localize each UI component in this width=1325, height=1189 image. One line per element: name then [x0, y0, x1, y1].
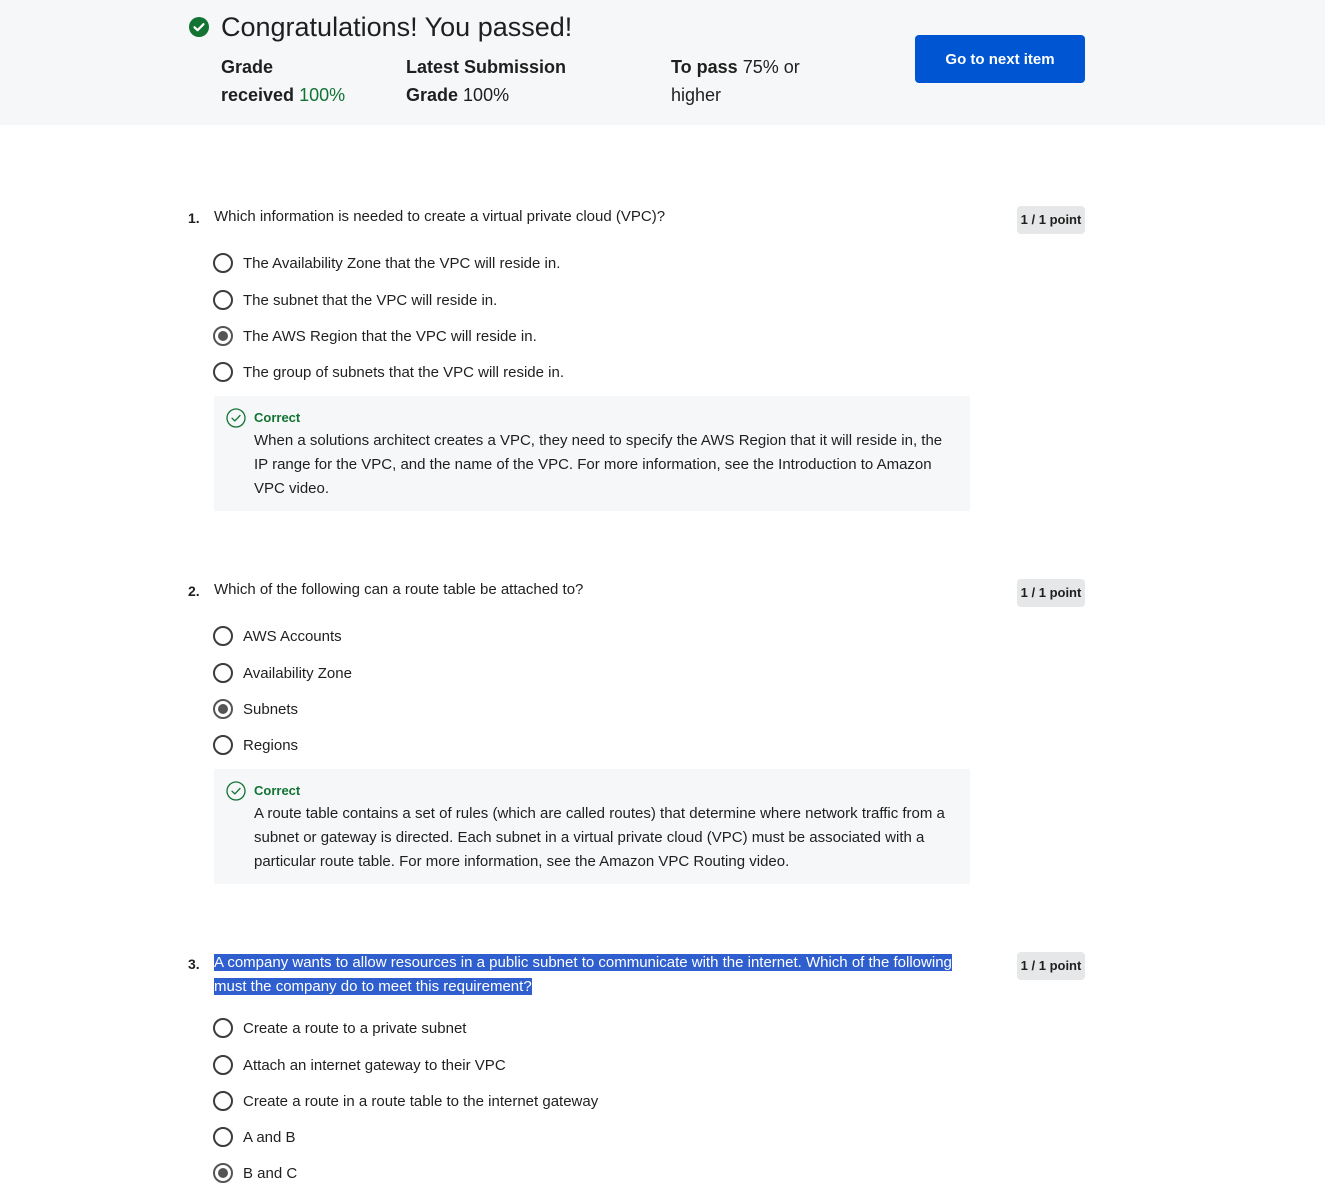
feedback-title: Correct [254, 783, 301, 798]
check-circle-filled-icon [189, 17, 209, 37]
grade-received-label: Grade [221, 57, 274, 77]
radio-button[interactable] [213, 735, 233, 755]
radio-button-selected[interactable] [213, 326, 233, 346]
option-label: Attach an internet gateway to their VPC [243, 1056, 506, 1074]
radio-button-selected[interactable] [213, 1163, 233, 1183]
option[interactable]: Attach an internet gateway to their VPC [213, 1054, 506, 1076]
option-label: Regions [243, 736, 299, 754]
latest-submission-label: Latest Submission [406, 57, 567, 77]
question-number: 1. [188, 210, 200, 226]
option[interactable]: Availability Zone [213, 662, 352, 684]
option-label: A and B [243, 1128, 296, 1146]
check-circle-outline-icon [226, 781, 246, 801]
feedback-text: A route table contains a set of rules (w… [254, 805, 945, 870]
option-label: Subnets [243, 700, 299, 718]
option[interactable]: Create a route in a route table to the i… [213, 1090, 598, 1112]
radio-button[interactable] [213, 362, 233, 382]
points-badge: 1 / 1 point [1017, 952, 1085, 980]
question-text-selected: A company wants to allow resources in a … [214, 954, 952, 995]
radio-button[interactable] [213, 1127, 233, 1147]
pass-threshold-label: To pass [671, 57, 738, 77]
option-label: AWS Accounts [243, 627, 342, 645]
radio-button[interactable] [213, 1091, 233, 1111]
feedback-title: Correct [254, 410, 301, 425]
feedback-panel: Correct A route table contains a set of … [214, 769, 970, 884]
points-badge: 1 / 1 point [1017, 579, 1085, 607]
option[interactable]: The AWS Region that the VPC will reside … [213, 325, 537, 347]
option-label: The Availability Zone that the VPC will … [243, 254, 561, 272]
option-label: Create a route in a route table to the i… [243, 1092, 599, 1110]
grade-received: Grade received 100% [221, 53, 345, 109]
latest-submission-value: 100% [463, 85, 510, 105]
grade-received-value: 100% [299, 85, 346, 105]
radio-button[interactable] [213, 253, 233, 273]
radio-button[interactable] [213, 663, 233, 683]
radio-button[interactable] [213, 290, 233, 310]
question-number: 2. [188, 583, 200, 599]
option-label: Availability Zone [243, 664, 352, 682]
question-text: Which information is needed to create a … [214, 208, 666, 225]
pass-title: Congratulations! You passed! [221, 12, 573, 42]
latest-submission-label-2: Grade [406, 85, 459, 105]
option-label: The subnet that the VPC will reside in. [243, 291, 498, 309]
pass-threshold: To pass 75% or higher [671, 53, 800, 109]
latest-submission-grade: Latest Submission Grade 100% [406, 53, 566, 109]
option[interactable]: B and C [213, 1162, 297, 1184]
option-label: The group of subnets that the VPC will r… [243, 363, 565, 381]
feedback-text: When a solutions architect creates a VPC… [254, 432, 943, 497]
question-number: 3. [188, 956, 200, 972]
option[interactable]: The group of subnets that the VPC will r… [213, 361, 564, 383]
radio-button[interactable] [213, 1018, 233, 1038]
radio-button-selected[interactable] [213, 699, 233, 719]
pass-threshold-value-2: higher [671, 85, 722, 105]
option[interactable]: Create a route to a private subnet [213, 1017, 466, 1039]
option-label: B and C [243, 1164, 298, 1182]
option-label: The AWS Region that the VPC will reside … [243, 327, 537, 345]
option[interactable]: The subnet that the VPC will reside in. [213, 289, 497, 311]
option[interactable]: The Availability Zone that the VPC will … [213, 252, 560, 274]
pass-threshold-value: 75% or [742, 57, 800, 77]
option[interactable]: A and B [213, 1126, 296, 1148]
go-to-next-item-button[interactable]: Go to next item [915, 35, 1085, 83]
result-banner: Congratulations! You passed! Grade recei… [0, 0, 1325, 125]
points-badge: 1 / 1 point [1017, 206, 1085, 234]
radio-button[interactable] [213, 1055, 233, 1075]
option[interactable]: Subnets [213, 698, 298, 720]
option-label: Create a route to a private subnet [243, 1019, 467, 1037]
check-circle-outline-icon [226, 408, 246, 428]
question-text: A company wants to allow resources in a … [214, 951, 966, 999]
option[interactable]: Regions [213, 734, 298, 756]
question-text: Which of the following can a route table… [214, 581, 584, 598]
grade-received-label-2: received [221, 85, 295, 105]
feedback-panel: Correct When a solutions architect creat… [214, 396, 970, 511]
radio-button[interactable] [213, 626, 233, 646]
option[interactable]: AWS Accounts [213, 625, 342, 647]
